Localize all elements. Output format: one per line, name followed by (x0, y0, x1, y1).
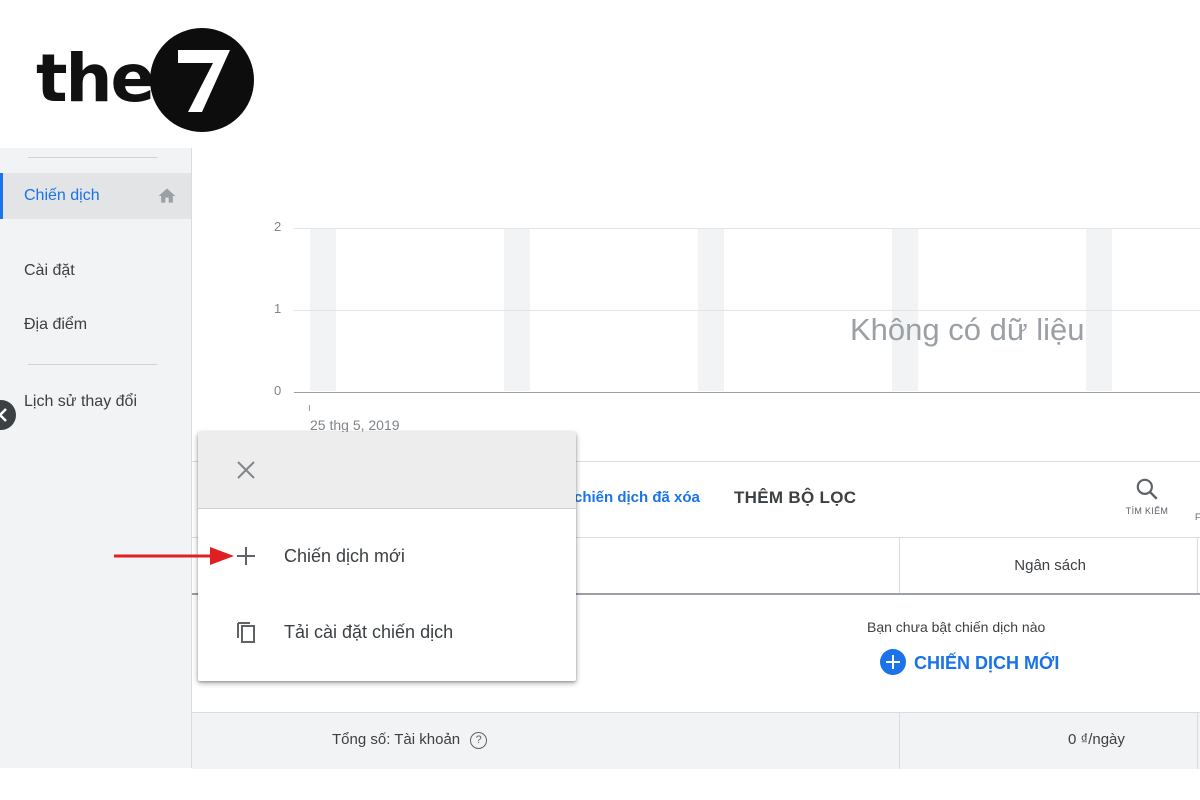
search-icon (1136, 478, 1158, 500)
add-filter-button[interactable]: THÊM BỘ LỌC (734, 488, 856, 508)
total-label-text: Tổng số: Tài khoản (332, 731, 461, 748)
close-icon[interactable] (234, 458, 258, 482)
chevron-left-icon (0, 408, 7, 422)
gridline (294, 310, 1200, 311)
empty-table-message: Bạn chưa bật chiến dịch nào (867, 619, 1046, 635)
logo-circle (150, 28, 254, 132)
column-divider (1197, 713, 1198, 769)
budget-column-label: Ngân sách (1014, 557, 1086, 574)
red-arrow-annotation (114, 547, 234, 565)
sidebar-item-label: Địa điểm (24, 316, 88, 333)
create-campaign-menu: Chiến dịch mới Tải cài đặt chiến dịch (198, 432, 576, 681)
x-tick-mark (309, 405, 310, 411)
deleted-campaigns-filter-link[interactable]: chiến dịch đã xóa (574, 489, 700, 506)
menu-item-label: Chiến dịch mới (284, 546, 405, 566)
sidebar-item-locations[interactable]: Địa điểm (0, 302, 191, 348)
performance-chart: 2 1 0 25 thg 5, 2019 Không có dữ liệu (192, 148, 1200, 462)
sidebar-item-settings[interactable]: Cài đặt (0, 248, 191, 294)
home-icon[interactable] (157, 186, 177, 206)
y-tick-label: 1 (274, 301, 282, 316)
ads-screenshot: Chiến dịch Cài đặt Địa điểm Lịch sử thay… (0, 148, 1200, 769)
sidebar-divider (28, 364, 157, 365)
search-button[interactable]: TÌM KIẾM (1120, 476, 1174, 526)
column-divider (899, 713, 900, 769)
new-campaign-button[interactable]: CHIẾN DỊCH MỚI (880, 648, 1059, 678)
total-label: Tổng số: Tài khoản? (332, 731, 488, 749)
new-campaign-label: CHIẾN DỊCH MỚI (914, 653, 1060, 673)
budget-column-header[interactable]: Ngân sách (900, 538, 1133, 593)
sidebar-item-label: Lịch sử thay đổi (24, 393, 137, 410)
sidebar-item-campaigns[interactable]: Chiến dịch (0, 173, 191, 219)
sidebar-item-label: Cài đặt (24, 262, 75, 279)
y-tick-label: 2 (274, 219, 282, 234)
gridline (294, 228, 1200, 229)
sidebar-divider (28, 157, 157, 158)
menu-header (198, 432, 576, 509)
total-budget-value: 0 ₫/ngày (1068, 731, 1125, 748)
search-label: TÌM KIẾM (1125, 506, 1169, 516)
plus-icon (237, 547, 255, 565)
logo-seven-glyph (178, 50, 230, 112)
sidebar-item-label: Chiến dịch (24, 187, 100, 204)
no-data-message: Không có dữ liệu (850, 312, 1085, 347)
x-axis-line (294, 392, 1200, 393)
menu-item-new-campaign[interactable]: Chiến dịch mới (198, 527, 576, 587)
menu-item-load-campaign-settings[interactable]: Tải cài đặt chiến dịch (198, 603, 576, 663)
x-tick-label: 25 thg 5, 2019 (310, 417, 400, 433)
menu-item-label: Tải cài đặt chiến dịch (284, 622, 454, 642)
sidebar: Chiến dịch Cài đặt Địa điểm Lịch sử thay… (0, 148, 192, 768)
sidebar-item-change-history[interactable]: Lịch sử thay đổi (0, 379, 191, 425)
total-row: Tổng số: Tài khoản? 0 ₫/ngày (192, 712, 1200, 769)
help-icon[interactable]: ? (470, 731, 488, 749)
add-circle-icon (880, 649, 906, 676)
y-tick-label: 0 (274, 383, 282, 398)
column-divider (1197, 538, 1198, 593)
copy-icon (237, 622, 255, 643)
filter-more-label[interactable]: F (1195, 512, 1200, 522)
logo-text: the (36, 40, 155, 117)
the7-logo: the (36, 26, 266, 136)
